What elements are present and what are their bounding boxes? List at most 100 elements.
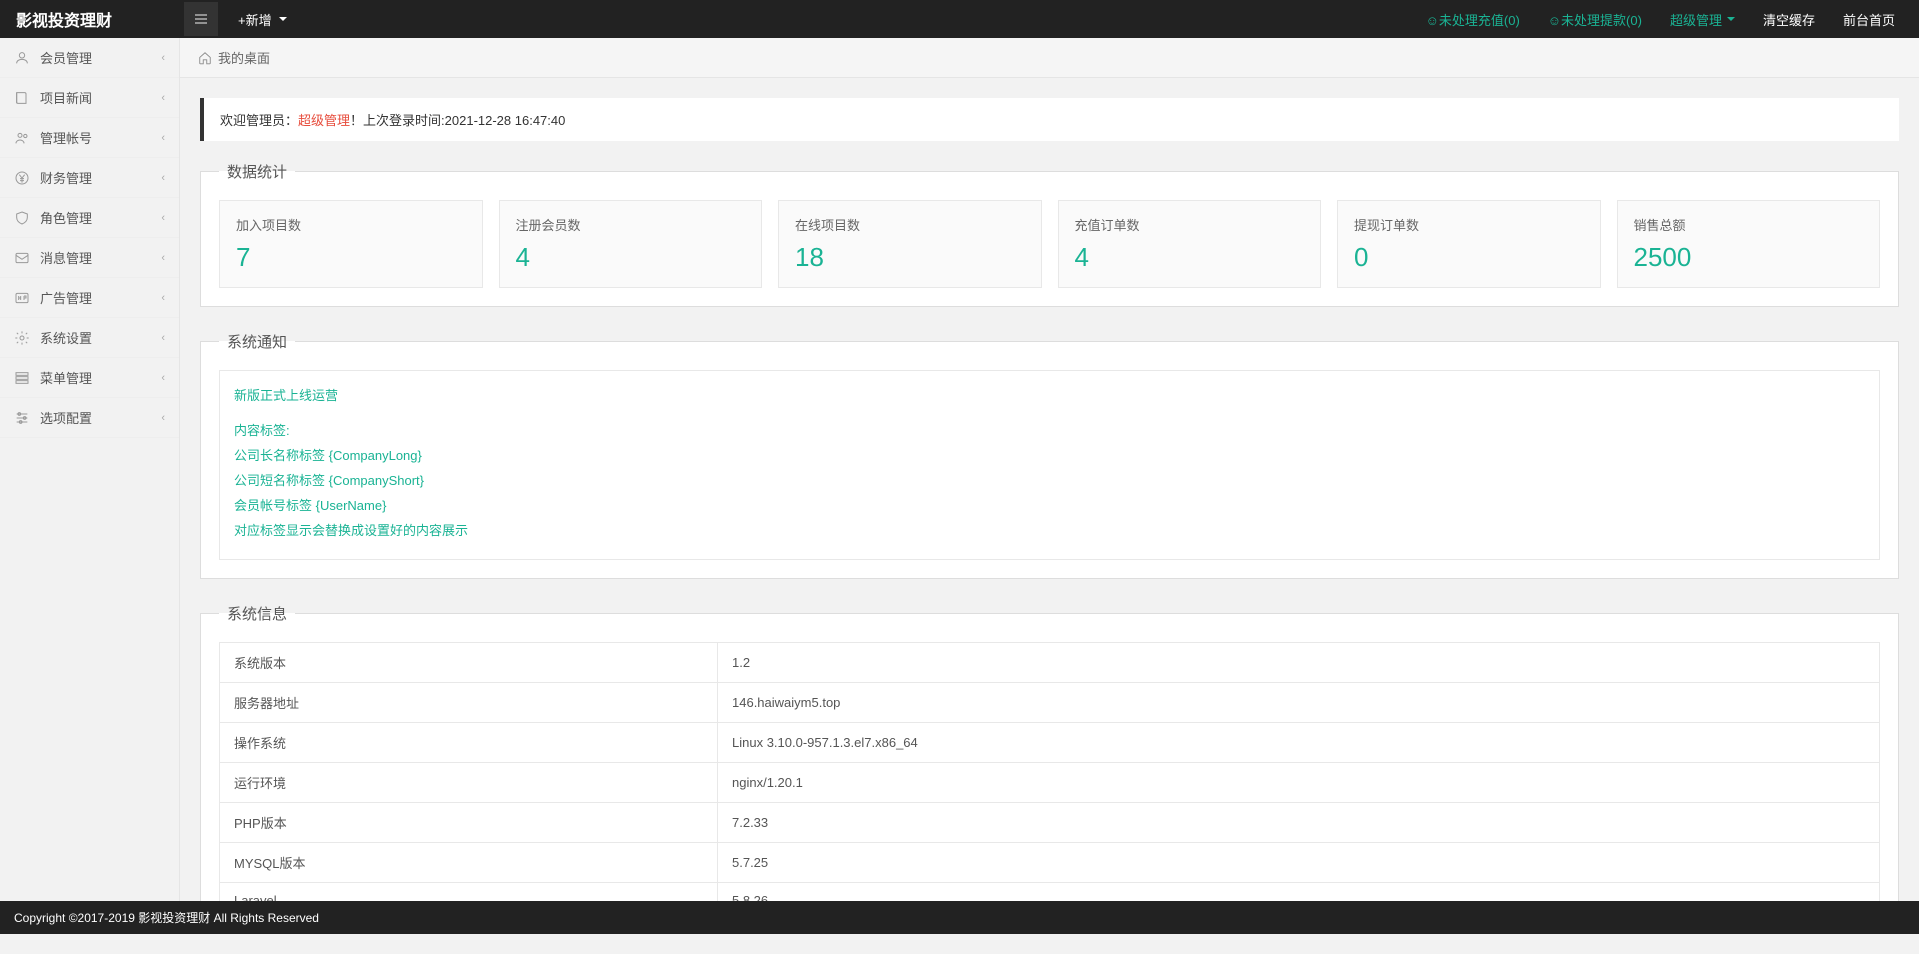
sysinfo-value: 146.haiwaiym5.top (718, 683, 1880, 723)
sidebar-item-label: 管理帐号 (40, 128, 92, 147)
notice-tag-4[interactable]: 对应标签显示会替换成设置好的内容展示 (234, 520, 1865, 539)
sidebar-item-5[interactable]: 消息管理 ‹ (0, 238, 179, 278)
chevron-left-icon: ‹ (161, 372, 165, 384)
sysinfo-key: PHP版本 (220, 803, 718, 843)
stat-value: 0 (1354, 242, 1584, 273)
pending-withdraw-link[interactable]: ☺未处理提款(0) (1548, 10, 1642, 29)
sidebar-item-8[interactable]: 菜单管理 ‹ (0, 358, 179, 398)
sysinfo-key: 系统版本 (220, 643, 718, 683)
user-icon (14, 50, 30, 66)
sidebar-item-4[interactable]: 角色管理 ‹ (0, 198, 179, 238)
stat-card-1: 注册会员数 4 (499, 200, 763, 288)
sidebar-item-label: 消息管理 (40, 248, 92, 267)
chevron-left-icon: ‹ (161, 252, 165, 264)
sidebar-item-label: 选项配置 (40, 408, 92, 427)
chevron-left-icon: ‹ (161, 212, 165, 224)
gear-icon (14, 330, 30, 346)
sidebar-item-1[interactable]: 项目新闻 ‹ (0, 78, 179, 118)
welcome-banner: 欢迎管理员：超级管理！上次登录时间:2021-12-28 16:47:40 (200, 98, 1899, 141)
stat-label: 销售总额 (1634, 215, 1864, 234)
sysinfo-key: 运行环境 (220, 763, 718, 803)
sysinfo-value: Linux 3.10.0-957.1.3.el7.x86_64 (718, 723, 1880, 763)
sysinfo-row: 操作系统Linux 3.10.0-957.1.3.el7.x86_64 (220, 723, 1880, 763)
stat-label: 充值订单数 (1075, 215, 1305, 234)
clear-cache-link[interactable]: 清空缓存 (1763, 10, 1815, 29)
sidebar-item-9[interactable]: 选项配置 ‹ (0, 398, 179, 438)
stat-label: 加入项目数 (236, 215, 466, 234)
chevron-left-icon: ‹ (161, 92, 165, 104)
stat-label: 提现订单数 (1354, 215, 1584, 234)
sidebar: 会员管理 ‹ 项目新闻 ‹ 管理帐号 ‹ 财务管理 ‹ 角色管理 ‹ 消息管理 … (0, 38, 180, 934)
sysinfo-row: MYSQL版本5.7.25 (220, 843, 1880, 883)
sysinfo-key: 服务器地址 (220, 683, 718, 723)
caret-down-icon (279, 17, 287, 21)
notice-tag-1[interactable]: 公司长名称标签 {CompanyLong} (234, 445, 1865, 464)
topbar: 影视投资理财 +新增 ☺未处理充值(0) ☺未处理提款(0) 超级管理 清空缓存… (0, 0, 1919, 38)
stat-value: 7 (236, 242, 466, 273)
sidebar-item-label: 系统设置 (40, 328, 92, 347)
hamburger-icon (193, 11, 209, 27)
breadcrumb-text: 我的桌面 (218, 48, 270, 67)
super-admin-dropdown[interactable]: 超级管理 (1670, 10, 1735, 29)
super-admin-label: 超级管理 (1670, 10, 1722, 29)
stats-title: 数据统计 (219, 161, 295, 182)
sidebar-item-label: 财务管理 (40, 168, 92, 187)
msg-icon (14, 250, 30, 266)
sysinfo-value: 7.2.33 (718, 803, 1880, 843)
caret-down-icon (1727, 17, 1735, 21)
add-new-label: +新增 (238, 10, 272, 29)
sidebar-item-label: 会员管理 (40, 48, 92, 67)
frontend-link[interactable]: 前台首页 (1843, 10, 1895, 29)
notice-tag-0[interactable]: 内容标签: (234, 420, 1865, 439)
sidebar-item-label: 菜单管理 (40, 368, 92, 387)
sidebar-item-6[interactable]: 广告管理 ‹ (0, 278, 179, 318)
stat-card-4: 提现订单数 0 (1337, 200, 1601, 288)
menu-icon (14, 370, 30, 386)
menu-toggle-button[interactable] (184, 2, 218, 36)
stat-value: 2500 (1634, 242, 1864, 273)
sysinfo-panel: 系统信息 系统版本1.2服务器地址146.haiwaiym5.top操作系统Li… (200, 603, 1899, 904)
main: 我的桌面 欢迎管理员：超级管理！上次登录时间:2021-12-28 16:47:… (180, 38, 1919, 954)
sidebar-item-3[interactable]: 财务管理 ‹ (0, 158, 179, 198)
brand-title: 影视投资理财 (0, 7, 180, 31)
sysinfo-row: 服务器地址146.haiwaiym5.top (220, 683, 1880, 723)
topbar-right: ☺未处理充值(0) ☺未处理提款(0) 超级管理 清空缓存 前台首页 (1426, 10, 1919, 29)
sysinfo-row: 系统版本1.2 (220, 643, 1880, 683)
sidebar-item-label: 广告管理 (40, 288, 92, 307)
sysinfo-value: nginx/1.20.1 (718, 763, 1880, 803)
sidebar-item-7[interactable]: 系统设置 ‹ (0, 318, 179, 358)
sliders-icon (14, 410, 30, 426)
chevron-left-icon: ‹ (161, 172, 165, 184)
book-icon (14, 90, 30, 106)
pending-recharge-link[interactable]: ☺未处理充值(0) (1426, 10, 1520, 29)
notice-tag-3[interactable]: 会员帐号标签 {UserName} (234, 495, 1865, 514)
notice-title: 系统通知 (219, 331, 295, 352)
notice-panel: 系统通知 新版正式上线运营内容标签: 公司长名称标签 {CompanyLong} 公… (200, 331, 1899, 579)
stat-card-5: 销售总额 2500 (1617, 200, 1881, 288)
sidebar-item-label: 角色管理 (40, 208, 92, 227)
notice-link-0[interactable]: 新版正式上线运营 (234, 385, 1865, 404)
sidebar-item-2[interactable]: 管理帐号 ‹ (0, 118, 179, 158)
welcome-prefix: 欢迎管理员： (220, 113, 298, 128)
chevron-left-icon: ‹ (161, 132, 165, 144)
stat-label: 注册会员数 (516, 215, 746, 234)
notice-tag-2[interactable]: 公司短名称标签 {CompanyShort} (234, 470, 1865, 489)
stat-card-2: 在线项目数 18 (778, 200, 1042, 288)
sysinfo-value: 1.2 (718, 643, 1880, 683)
home-icon (198, 51, 212, 65)
sidebar-item-0[interactable]: 会员管理 ‹ (0, 38, 179, 78)
welcome-suffix: ！上次登录时间:2021-12-28 16:47:40 (350, 113, 565, 128)
sysinfo-title: 系统信息 (219, 603, 295, 624)
breadcrumb: 我的桌面 (180, 38, 1919, 78)
footer: Copyright ©2017-2019 影视投资理财 All Rights R… (0, 901, 1919, 934)
shield-icon (14, 210, 30, 226)
chevron-left-icon: ‹ (161, 52, 165, 64)
sidebar-item-label: 项目新闻 (40, 88, 92, 107)
welcome-role: 超级管理 (298, 113, 350, 128)
add-new-dropdown[interactable]: +新增 (238, 10, 287, 29)
sysinfo-row: 运行环境nginx/1.20.1 (220, 763, 1880, 803)
stat-card-3: 充值订单数 4 (1058, 200, 1322, 288)
sysinfo-value: 5.7.25 (718, 843, 1880, 883)
chevron-left-icon: ‹ (161, 292, 165, 304)
sysinfo-key: 操作系统 (220, 723, 718, 763)
